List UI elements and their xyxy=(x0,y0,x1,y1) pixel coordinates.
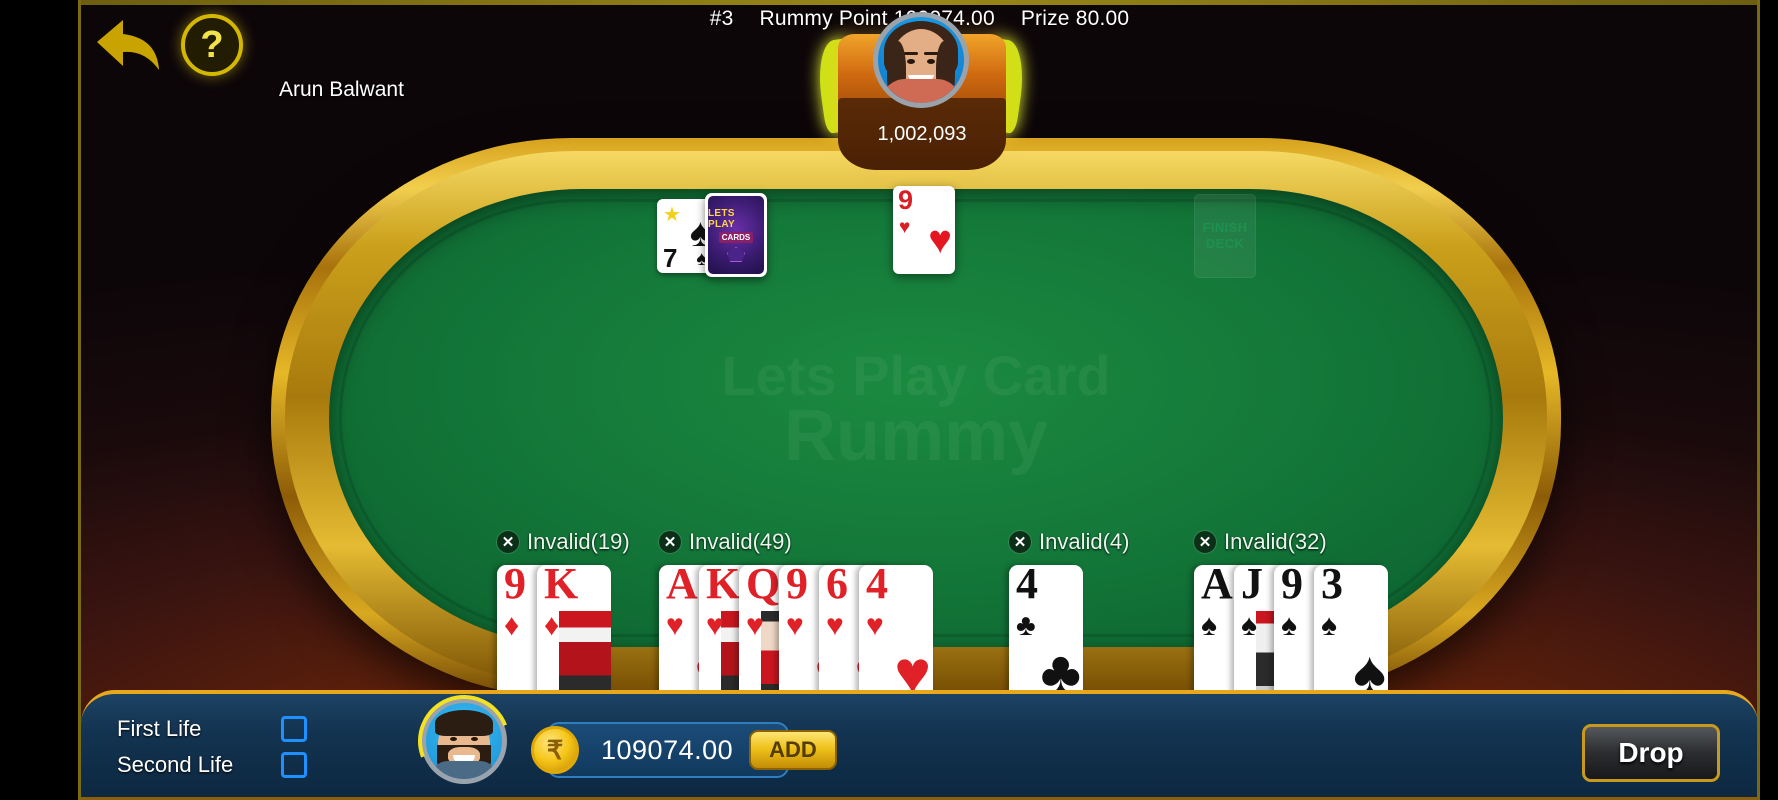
first-life-label: First Life xyxy=(117,716,202,741)
second-life-label: Second Life xyxy=(117,752,234,777)
discard-suit-large: ♥ xyxy=(928,218,952,262)
card-suit-small: ♥ xyxy=(866,609,884,642)
deck-brand-line1: LETS PLAY xyxy=(708,208,735,230)
wallet-balance: 109074.00 xyxy=(601,734,734,765)
card-rank: 6 xyxy=(826,565,848,608)
player-hand: ✕Invalid(19)9♦♦K♦✕Invalid(49)A♥♥K♥Q♥9♥♥6… xyxy=(81,525,1758,715)
joker-rank: 7 xyxy=(663,243,678,273)
card-rank: Q xyxy=(746,565,781,608)
add-cash-button[interactable]: ADD xyxy=(749,730,837,770)
card-group-header: ✕ Invalid(4) xyxy=(1009,529,1129,555)
game-screen: #3 Rummy Point 109074.00 Prize 80.00 ? L… xyxy=(0,0,1778,800)
card-rank: K xyxy=(544,565,579,608)
letterbox-left xyxy=(0,0,80,800)
wallet-panel: ₹ 109074.00 ADD xyxy=(531,722,837,778)
card-suit-small: ♥ xyxy=(746,609,764,642)
back-button[interactable] xyxy=(93,16,165,74)
second-life-row: Second Life xyxy=(117,752,307,778)
prize-amount: Prize 80.00 xyxy=(1020,7,1130,30)
life-indicators: First Life Second Life xyxy=(117,716,307,788)
finish-deck-line1: FINISH xyxy=(1202,219,1248,235)
opponent-seat[interactable]: 1,002,093 xyxy=(813,6,1029,186)
close-icon[interactable]: ✕ xyxy=(659,531,681,553)
first-life-checkbox[interactable] xyxy=(281,716,307,742)
back-arrow-icon xyxy=(97,20,159,70)
avatar-brow-left xyxy=(904,52,918,55)
table-number: #3 xyxy=(709,7,734,30)
help-label: ? xyxy=(200,24,224,66)
card-group-label: Invalid(32) xyxy=(1224,529,1327,554)
card-suit-small: ♠ xyxy=(1321,609,1337,642)
card-rank: 4 xyxy=(1016,565,1038,608)
rupee-coin-icon: ₹ xyxy=(531,726,579,774)
bottom-bar: First Life Second Life ₹ 109074.00 ADD D… xyxy=(81,680,1758,800)
close-icon[interactable]: ✕ xyxy=(1009,531,1031,553)
screen-edge-line-left xyxy=(78,0,81,800)
finish-deck-slot[interactable]: FINISH DECK xyxy=(1194,194,1256,278)
card-rank: A xyxy=(666,565,698,608)
finish-deck-line2: DECK xyxy=(1205,236,1245,251)
deck-brand-line2: CARDS xyxy=(718,232,754,243)
card-rank: 3 xyxy=(1321,565,1343,608)
drop-button[interactable]: Drop xyxy=(1582,724,1720,782)
discard-suit-small: ♥ xyxy=(899,217,911,238)
opponent-name: Arun Balwant xyxy=(279,78,404,101)
opponent-avatar[interactable] xyxy=(873,12,969,108)
avatar-eye-right xyxy=(927,59,935,64)
card-suit-small: ♦ xyxy=(544,609,560,642)
card-suit-small: ♥ xyxy=(786,609,804,642)
screen-edge-line-right xyxy=(1757,0,1760,800)
avatar-eye-left xyxy=(907,59,915,64)
second-life-checkbox[interactable] xyxy=(281,752,307,778)
joker-star-icon: ★ xyxy=(663,204,681,226)
close-icon[interactable]: ✕ xyxy=(1194,531,1216,553)
card-suit-small: ♣ xyxy=(1016,609,1036,642)
card-rank: A xyxy=(1201,565,1233,608)
game-viewport: #3 Rummy Point 109074.00 Prize 80.00 ? L… xyxy=(81,0,1758,800)
card-group-header: ✕ Invalid(49) xyxy=(659,529,792,555)
card-group-header: ✕ Invalid(19) xyxy=(497,529,630,555)
card-rank: K xyxy=(706,565,741,608)
first-life-row: First Life xyxy=(117,716,307,742)
closed-deck[interactable]: LETS PLAY CARDS xyxy=(705,193,767,277)
card-suit-small: ♥ xyxy=(826,609,844,642)
card-suit-small: ♥ xyxy=(706,609,724,642)
close-icon[interactable]: ✕ xyxy=(497,531,519,553)
open-discard-card[interactable]: 9 ♥ ♥ xyxy=(893,186,955,274)
card-group-label: Invalid(49) xyxy=(689,529,792,554)
letterbox-right xyxy=(1758,0,1778,800)
card-suit-small: ♥ xyxy=(666,609,684,642)
card-rank: 9 xyxy=(786,565,808,608)
card-rank: J xyxy=(1241,565,1263,608)
turn-timer-ring xyxy=(403,680,525,800)
card-rank: 9 xyxy=(504,565,526,608)
help-button[interactable]: ? xyxy=(181,14,243,76)
card-suit-small: ♠ xyxy=(1201,609,1217,642)
card-group-label: Invalid(19) xyxy=(527,529,630,554)
top-gold-divider xyxy=(81,0,1758,5)
card-rank: 9 xyxy=(1281,565,1303,608)
card-group-label: Invalid(4) xyxy=(1039,529,1130,554)
card-suit-small: ♠ xyxy=(1241,609,1257,642)
avatar-body xyxy=(881,79,961,103)
deck-back-art: LETS PLAY CARDS xyxy=(708,196,764,274)
card-group-header: ✕ Invalid(32) xyxy=(1194,529,1327,555)
opponent-chips: 1,002,093 xyxy=(838,98,1006,170)
discard-rank: 9 xyxy=(898,186,914,215)
card-suit-small: ♠ xyxy=(1281,609,1297,642)
card-rank: 4 xyxy=(866,565,888,608)
avatar-brow-right xyxy=(924,52,938,55)
card-suit-small: ♦ xyxy=(504,609,520,642)
deck-pentagon-icon xyxy=(727,247,745,262)
